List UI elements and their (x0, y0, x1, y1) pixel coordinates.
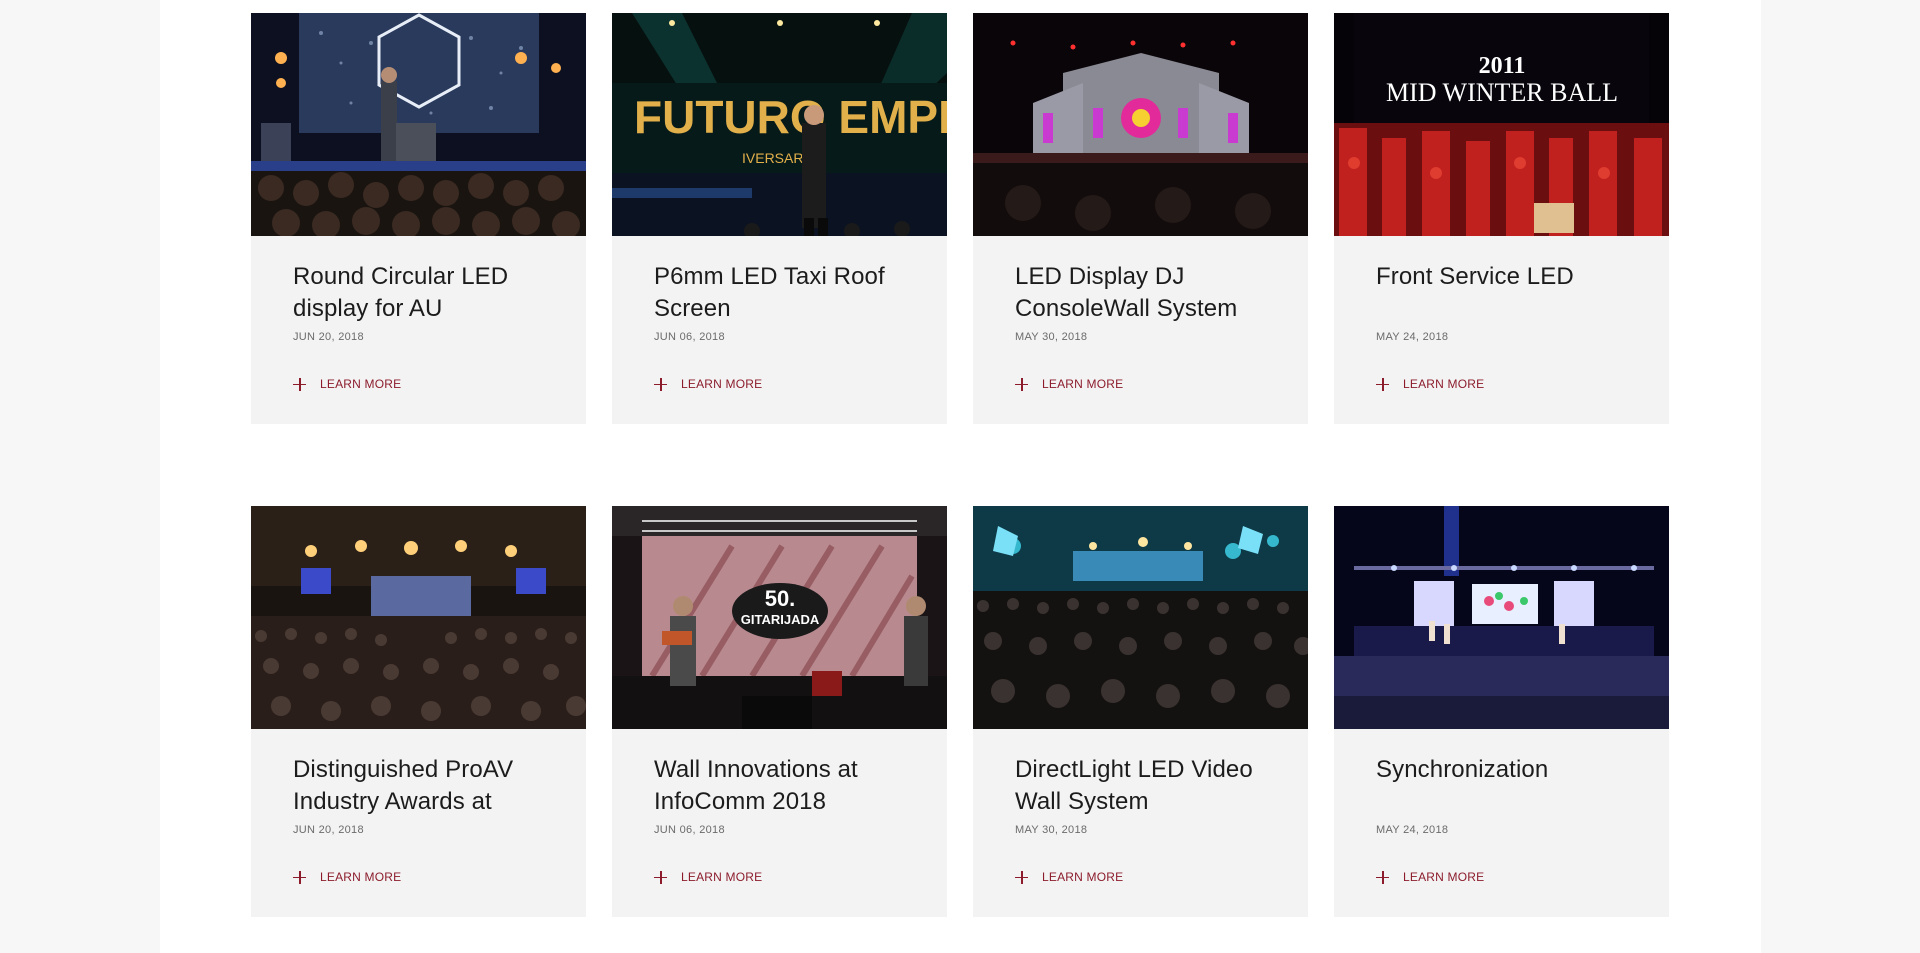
news-card-title[interactable]: LED Display DJ ConsoleWall System (1015, 261, 1266, 325)
news-card[interactable]: LED Display DJ ConsoleWall System MAY 30… (973, 13, 1308, 424)
news-card-image[interactable]: FUTURO EMPE IVERSAR 2 (612, 13, 947, 236)
news-card-title[interactable]: P6mm LED Taxi Roof Screen (654, 261, 905, 325)
learn-more-label: LEARN MORE (681, 870, 763, 884)
news-card-date: MAY 24, 2018 (1376, 331, 1449, 343)
news-card[interactable]: 50. GITARIJADA Wall Innovations at InfoC… (612, 506, 947, 917)
learn-more-label: LEARN MORE (1403, 377, 1485, 391)
news-card-image[interactable] (251, 13, 586, 236)
news-card-title[interactable]: Synchronization (1376, 754, 1627, 818)
learn-more-label: LEARN MORE (681, 377, 763, 391)
image-subline: GITARIJADA (741, 612, 820, 627)
news-card-date: JUN 20, 2018 (293, 331, 364, 343)
news-card-date: MAY 30, 2018 (1015, 331, 1088, 343)
news-card[interactable]: Synchronization MAY 24, 2018 LEARN MORE (1334, 506, 1669, 917)
plus-icon (1015, 377, 1028, 391)
image-headline: FUTURO EMPE (634, 91, 947, 143)
news-card-title[interactable]: DirectLight LED Video Wall System (1015, 754, 1266, 818)
plus-icon (1376, 377, 1389, 391)
learn-more-label: LEARN MORE (1403, 870, 1485, 884)
learn-more-link[interactable]: LEARN MORE (654, 377, 762, 391)
plus-icon (654, 377, 667, 391)
news-card[interactable]: FUTURO EMPE IVERSAR 2 P6mm LED Taxi Roof… (612, 13, 947, 424)
news-card-title[interactable]: Front Service LED (1376, 261, 1627, 325)
image-subline: MID WINTER BALL (1386, 78, 1618, 107)
image-headline: 2011 (1479, 53, 1526, 79)
image-headline: 50. (765, 586, 796, 611)
news-card-image[interactable] (973, 506, 1308, 729)
plus-icon (1376, 870, 1389, 884)
news-card[interactable]: DirectLight LED Video Wall System MAY 30… (973, 506, 1308, 917)
learn-more-label: LEARN MORE (320, 377, 402, 391)
plus-icon (1015, 870, 1028, 884)
news-card-image[interactable] (251, 506, 586, 729)
news-card-image[interactable] (973, 13, 1308, 236)
news-card-image[interactable] (1334, 506, 1669, 729)
news-card[interactable]: Round Circular LED display for AU JUN 20… (251, 13, 586, 424)
learn-more-link[interactable]: LEARN MORE (1376, 377, 1484, 391)
learn-more-link[interactable]: LEARN MORE (654, 870, 762, 884)
news-card-title[interactable]: Round Circular LED display for AU (293, 261, 544, 325)
learn-more-label: LEARN MORE (320, 870, 402, 884)
learn-more-label: LEARN MORE (1042, 377, 1124, 391)
plus-icon (293, 870, 306, 884)
news-grid: Round Circular LED display for AU JUN 20… (251, 13, 1670, 917)
plus-icon (654, 870, 667, 884)
learn-more-link[interactable]: LEARN MORE (293, 377, 401, 391)
news-card-date: MAY 24, 2018 (1376, 824, 1449, 836)
news-card-title[interactable]: Distinguished ProAV Industry Awards at (293, 754, 544, 818)
news-card-date: JUN 06, 2018 (654, 331, 725, 343)
news-card-image[interactable]: 50. GITARIJADA (612, 506, 947, 729)
news-card-title[interactable]: Wall Innovations at InfoComm 2018 (654, 754, 905, 818)
learn-more-link[interactable]: LEARN MORE (1376, 870, 1484, 884)
learn-more-link[interactable]: LEARN MORE (293, 870, 401, 884)
learn-more-link[interactable]: LEARN MORE (1015, 377, 1123, 391)
learn-more-link[interactable]: LEARN MORE (1015, 870, 1123, 884)
plus-icon (293, 377, 306, 391)
news-card-date: JUN 20, 2018 (293, 824, 364, 836)
news-card-date: JUN 06, 2018 (654, 824, 725, 836)
learn-more-label: LEARN MORE (1042, 870, 1124, 884)
news-card[interactable]: Distinguished ProAV Industry Awards at J… (251, 506, 586, 917)
news-card[interactable]: 2011 MID WINTER BALL Front Service LED M… (1334, 13, 1669, 424)
news-card-date: MAY 30, 2018 (1015, 824, 1088, 836)
news-card-image[interactable]: 2011 MID WINTER BALL (1334, 13, 1669, 236)
